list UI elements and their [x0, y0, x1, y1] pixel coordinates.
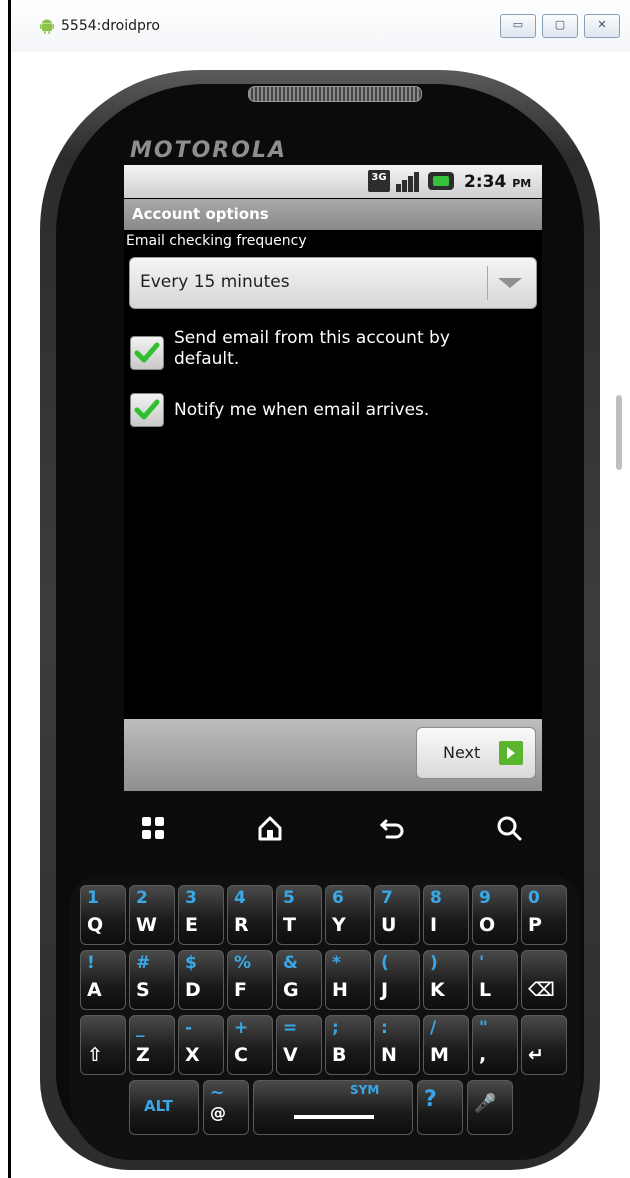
backspace-key[interactable]: ⌫ — [521, 950, 567, 1010]
close-icon: ✕ — [597, 18, 607, 31]
dropdown-divider — [487, 266, 488, 300]
battery-icon — [428, 172, 454, 190]
key-m[interactable]: / M — [423, 1015, 469, 1075]
default-account-option[interactable]: Send email from this account by default. — [130, 328, 530, 376]
key-v[interactable]: = V — [276, 1015, 322, 1075]
screen-titlebar: Account options — [124, 199, 542, 230]
default-account-label: Send email from this account by default. — [174, 328, 450, 369]
3g-icon: 3G — [368, 170, 390, 192]
key-r[interactable]: 4R — [227, 885, 273, 945]
bottom-button-bar: Next — [124, 719, 542, 791]
frequency-dropdown[interactable]: Every 15 minutes — [129, 257, 537, 309]
notify-label: Notify me when email arrives. — [174, 400, 430, 420]
key-f[interactable]: % F — [227, 950, 273, 1010]
key-i[interactable]: 8I — [423, 885, 469, 945]
key-comma[interactable]: ", — [472, 1015, 518, 1075]
search-icon[interactable] — [494, 813, 524, 843]
enter-icon: ↵ — [528, 1044, 544, 1066]
key-c[interactable]: + C — [227, 1015, 273, 1075]
home-icon[interactable] — [255, 813, 285, 843]
notify-checkbox[interactable] — [130, 393, 164, 427]
speaker-grille — [248, 86, 422, 102]
shift-key[interactable]: ⇧ — [80, 1015, 126, 1075]
alt-key[interactable]: ALT — [129, 1080, 199, 1135]
window-titlebar[interactable]: 5554:droidpro ▭ ▢ ✕ — [11, 0, 630, 52]
brand-logo: MOTOROLA — [130, 138, 287, 163]
key-t[interactable]: 5T — [276, 885, 322, 945]
key-u[interactable]: 7U — [374, 885, 420, 945]
checkmark-icon — [134, 399, 160, 420]
signal-icon — [394, 170, 420, 192]
next-label: Next — [443, 743, 481, 762]
minimize-icon: ▭ — [512, 18, 524, 31]
close-button[interactable]: ✕ — [584, 14, 620, 38]
menu-icon[interactable] — [138, 813, 168, 843]
key-b[interactable]: ; B — [325, 1015, 371, 1075]
maximize-button[interactable]: ▢ — [542, 14, 578, 38]
key-at[interactable]: ~ @ — [203, 1080, 249, 1135]
key-e[interactable]: 3E — [178, 885, 224, 945]
frequency-label: Email checking frequency — [126, 233, 307, 249]
checkmark-icon — [134, 342, 160, 363]
notify-option[interactable]: Notify me when email arrives. — [130, 391, 530, 429]
key-l[interactable]: ' L — [472, 950, 518, 1010]
key-d[interactable]: $ D — [178, 950, 224, 1010]
key-z[interactable]: _ Z — [129, 1015, 175, 1075]
phone-screen: 3G 2:34 PM Account options Email checkin… — [124, 165, 542, 791]
default-account-checkbox[interactable] — [130, 336, 164, 370]
window-title: 5554:droidpro — [61, 18, 160, 34]
microphone-icon: 🎤 — [474, 1093, 497, 1114]
key-o[interactable]: 9O — [472, 885, 518, 945]
key-j[interactable]: (J — [374, 950, 420, 1010]
key-q[interactable]: 1Q — [80, 885, 126, 945]
android-icon — [40, 19, 54, 34]
key-n[interactable]: :N — [374, 1015, 420, 1075]
key-w[interactable]: 2W — [129, 885, 175, 945]
dropdown-arrow-icon — [498, 278, 522, 288]
enter-key[interactable]: ↵ — [521, 1015, 567, 1075]
key-h[interactable]: * H — [325, 950, 371, 1010]
side-button-right[interactable] — [616, 395, 622, 470]
window-border — [8, 0, 11, 1178]
status-time: 2:34 PM — [464, 172, 532, 192]
frequency-value: Every 15 minutes — [140, 272, 290, 292]
emulator-window: 5554:droidpro ▭ ▢ ✕ MOTOROLA 3G 2:34 PM … — [0, 0, 630, 1178]
backspace-icon: ⌫ — [528, 979, 555, 1001]
key-a[interactable]: ! A — [80, 950, 126, 1010]
key-question[interactable]: ? — [417, 1080, 463, 1135]
shift-icon: ⇧ — [87, 1044, 103, 1066]
key-s[interactable]: # S — [129, 950, 175, 1010]
next-button[interactable]: Next — [416, 727, 536, 779]
minimize-button[interactable]: ▭ — [500, 14, 536, 38]
key-x[interactable]: -X — [178, 1015, 224, 1075]
key-y[interactable]: 6Y — [325, 885, 371, 945]
qwerty-keyboard: 1Q 2W 3E 4R 5T 6Y 7U 8I 9O 0P ! A # S $ D %… — [70, 875, 580, 1160]
key-g[interactable]: & G — [276, 950, 322, 1010]
key-p[interactable]: 0P — [521, 885, 567, 945]
key-k[interactable]: ) K — [423, 950, 469, 1010]
back-icon[interactable] — [378, 813, 408, 843]
maximize-icon: ▢ — [554, 18, 566, 31]
space-key[interactable]: SYM — [253, 1080, 413, 1135]
arrow-right-icon — [499, 741, 523, 765]
page-title: Account options — [132, 205, 269, 223]
status-bar: 3G 2:34 PM — [124, 165, 542, 198]
mic-key[interactable]: 🎤 — [467, 1080, 513, 1135]
